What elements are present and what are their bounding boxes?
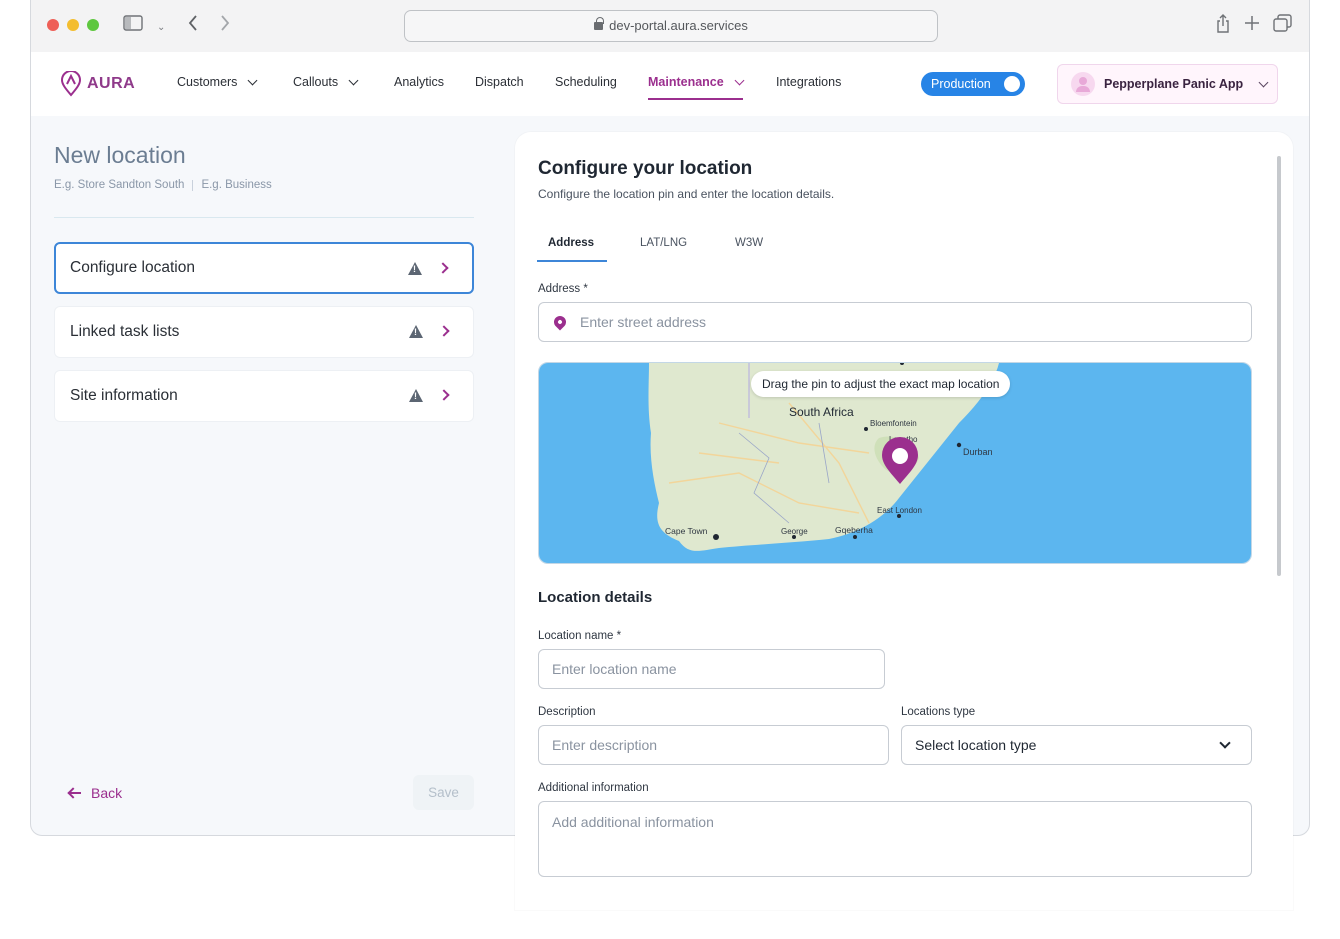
lock-icon [594, 17, 604, 30]
step-site-information[interactable]: Site information [54, 370, 474, 422]
subtitle-business-example: E.g. Business [201, 179, 272, 191]
active-tab-underline [537, 260, 607, 262]
chevron-down-icon [247, 75, 258, 85]
location-name-placeholder: Enter location name [552, 661, 677, 677]
share-icon[interactable] [1215, 14, 1231, 39]
address-input[interactable]: Enter street address [538, 302, 1252, 342]
back-label: Back [91, 785, 123, 801]
aura-logo-icon [61, 71, 81, 97]
nav-maintenance[interactable]: Maintenance [648, 75, 745, 100]
nav-integrations-label: Integrations [776, 75, 842, 89]
location-details-heading: Location details [538, 589, 653, 606]
address-placeholder: Enter street address [580, 314, 707, 330]
chevron-down-icon [348, 75, 359, 85]
environment-toggle[interactable]: Production [921, 72, 1025, 96]
subtitle-divider [192, 179, 194, 191]
app-selector[interactable]: Pepperplane Panic App [1057, 64, 1278, 104]
address-bar[interactable]: dev-portal.aura.services [404, 10, 938, 42]
chevron-down-icon [734, 75, 745, 85]
chevron-down-icon [1258, 77, 1269, 87]
minimize-window-button[interactable] [67, 19, 79, 31]
browser-toolbar: ⌄ dev-portal.aura.services [31, 0, 1309, 52]
map-label-george: George [781, 527, 808, 536]
arrow-left-icon [68, 787, 82, 799]
location-type-placeholder: Select location type [915, 737, 1037, 753]
app-selector-label: Pepperplane Panic App [1104, 77, 1244, 91]
map-label-durban: Durban [963, 447, 993, 457]
card-title: Configure your location [538, 158, 753, 179]
nav-integrations[interactable]: Integrations [776, 75, 841, 89]
new-tab-icon[interactable] [1244, 14, 1260, 36]
back-button[interactable]: Back [68, 785, 122, 801]
step-label: Linked task lists [70, 323, 180, 340]
active-nav-underline [648, 98, 743, 100]
description-placeholder: Enter description [552, 737, 658, 753]
step-label: Site information [70, 387, 178, 404]
map-label-country: South Africa [789, 405, 854, 419]
step-label: Configure location [70, 259, 195, 276]
map-label-east-london: East London [877, 506, 922, 515]
nav-scheduling-label: Scheduling [555, 75, 617, 89]
divider [54, 217, 474, 218]
nav-analytics-label: Analytics [394, 75, 445, 89]
tab-overview-icon[interactable] [1273, 14, 1293, 37]
map-label-gqeberha: Gqeberha [835, 525, 873, 535]
address-label: Address * [538, 283, 588, 295]
tab-address[interactable]: Address [548, 237, 594, 249]
chevron-down-icon[interactable]: ⌄ [157, 17, 165, 39]
location-name-label: Location name * [538, 630, 622, 642]
step-configure-location[interactable]: Configure location [54, 242, 474, 294]
location-type-select[interactable]: Select location type [901, 725, 1252, 765]
chevron-right-icon [438, 325, 450, 337]
app-header: AURA Customers Callouts Analytics Dispat… [31, 52, 1309, 116]
close-window-button[interactable] [47, 19, 59, 31]
logo-text: AURA [87, 75, 136, 92]
map-label-bloemfontein: Bloemfontein [870, 419, 917, 428]
warning-icon [409, 389, 423, 402]
additional-info-placeholder: Add additional information [552, 814, 714, 830]
nav-customers-label: Customers [177, 75, 238, 89]
nav-dispatch-label: Dispatch [475, 75, 524, 89]
location-name-input[interactable]: Enter location name [538, 649, 885, 689]
additional-info-label: Additional information [538, 782, 649, 794]
maximize-window-button[interactable] [87, 19, 99, 31]
save-button[interactable]: Save [413, 775, 474, 810]
map-label-cape-town: Cape Town [665, 526, 708, 536]
environment-toggle-label: Production [931, 77, 991, 91]
nav-callouts[interactable]: Callouts [293, 75, 359, 89]
chevron-down-icon [1219, 737, 1231, 749]
forward-nav-icon[interactable] [219, 14, 231, 37]
nav-callouts-label: Callouts [293, 75, 339, 89]
aura-logo[interactable]: AURA [61, 71, 135, 97]
location-pin-icon [551, 313, 569, 331]
nav-dispatch[interactable]: Dispatch [475, 75, 524, 89]
page-subtitle: E.g. Store Sandton South E.g. Business [54, 179, 272, 191]
step-linked-task-lists[interactable]: Linked task lists [54, 306, 474, 358]
card-subtitle: Configure the location pin and enter the… [538, 187, 835, 201]
map-tooltip: Drag the pin to adjust the exact map loc… [751, 371, 1011, 397]
card-scrollbar[interactable] [1277, 156, 1281, 576]
toggle-knob [1004, 76, 1020, 92]
nav-analytics[interactable]: Analytics [394, 75, 444, 89]
description-label: Description [538, 706, 596, 718]
nav-scheduling[interactable]: Scheduling [555, 75, 617, 89]
sidebar-toggle-icon[interactable] [123, 14, 143, 36]
subtitle-store-example: E.g. Store Sandton South [54, 179, 185, 191]
nav-customers[interactable]: Customers [177, 75, 258, 89]
tab-lat-lng[interactable]: LAT/LNG [640, 237, 687, 249]
page-title: New location [54, 142, 186, 168]
tab-w3w[interactable]: W3W [735, 237, 763, 249]
warning-icon [408, 262, 422, 275]
nav-maintenance-label: Maintenance [648, 75, 724, 89]
warning-icon [409, 325, 423, 338]
chevron-right-icon [438, 389, 450, 401]
additional-info-textarea[interactable]: Add additional information [538, 801, 1252, 877]
back-nav-icon[interactable] [187, 14, 199, 37]
chevron-right-icon [437, 262, 449, 274]
url-text: dev-portal.aura.services [609, 18, 748, 33]
avatar [1071, 72, 1095, 96]
location-type-label: Locations type [901, 706, 976, 718]
description-input[interactable]: Enter description [538, 725, 889, 765]
